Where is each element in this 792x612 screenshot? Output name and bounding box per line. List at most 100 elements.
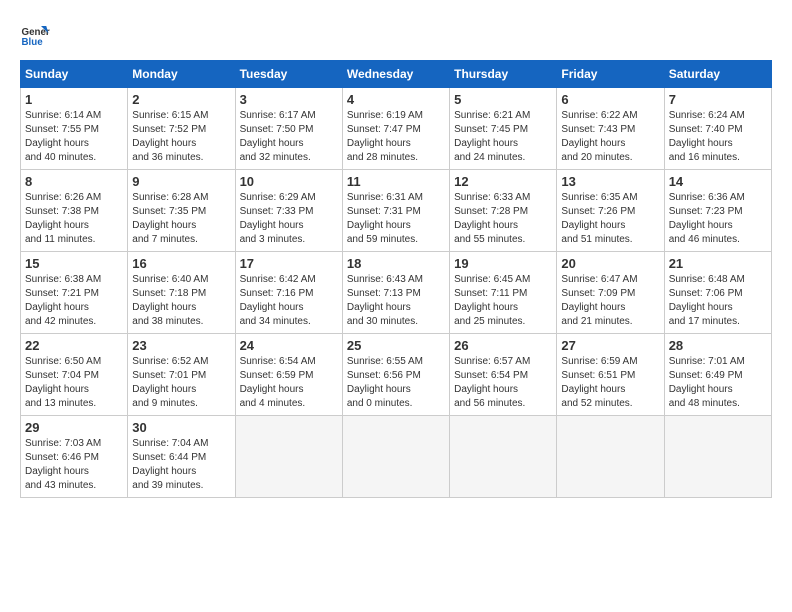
calendar-cell: 28 Sunrise: 7:01 AMSunset: 6:49 PMDaylig… — [664, 334, 771, 416]
day-number: 6 — [561, 92, 659, 107]
col-saturday: Saturday — [664, 61, 771, 88]
day-info: Sunrise: 6:57 AMSunset: 6:54 PMDaylight … — [454, 355, 552, 411]
calendar-cell: 15 Sunrise: 6:38 AMSunset: 7:21 PMDaylig… — [21, 252, 128, 334]
calendar-cell: 16 Sunrise: 6:40 AMSunset: 7:18 PMDaylig… — [128, 252, 235, 334]
svg-text:Blue: Blue — [22, 37, 44, 48]
day-info: Sunrise: 6:38 AMSunset: 7:21 PMDaylight … — [25, 273, 123, 329]
day-info: Sunrise: 6:36 AMSunset: 7:23 PMDaylight … — [669, 191, 767, 247]
calendar-cell: 17 Sunrise: 6:42 AMSunset: 7:16 PMDaylig… — [235, 252, 342, 334]
calendar-cell: 13 Sunrise: 6:35 AMSunset: 7:26 PMDaylig… — [557, 170, 664, 252]
day-number: 28 — [669, 338, 767, 353]
day-info: Sunrise: 6:43 AMSunset: 7:13 PMDaylight … — [347, 273, 445, 329]
day-number: 4 — [347, 92, 445, 107]
calendar-cell: 11 Sunrise: 6:31 AMSunset: 7:31 PMDaylig… — [342, 170, 449, 252]
day-info: Sunrise: 6:24 AMSunset: 7:40 PMDaylight … — [669, 109, 767, 165]
logo-icon: General Blue — [20, 20, 50, 50]
day-number: 24 — [240, 338, 338, 353]
calendar-cell: 7 Sunrise: 6:24 AMSunset: 7:40 PMDayligh… — [664, 88, 771, 170]
calendar-cell: 24 Sunrise: 6:54 AMSunset: 6:59 PMDaylig… — [235, 334, 342, 416]
calendar-cell — [342, 416, 449, 498]
calendar-cell: 10 Sunrise: 6:29 AMSunset: 7:33 PMDaylig… — [235, 170, 342, 252]
col-wednesday: Wednesday — [342, 61, 449, 88]
calendar-cell: 23 Sunrise: 6:52 AMSunset: 7:01 PMDaylig… — [128, 334, 235, 416]
day-info: Sunrise: 6:22 AMSunset: 7:43 PMDaylight … — [561, 109, 659, 165]
day-number: 21 — [669, 256, 767, 271]
day-info: Sunrise: 6:40 AMSunset: 7:18 PMDaylight … — [132, 273, 230, 329]
calendar-cell — [664, 416, 771, 498]
calendar-cell: 12 Sunrise: 6:33 AMSunset: 7:28 PMDaylig… — [450, 170, 557, 252]
day-info: Sunrise: 6:50 AMSunset: 7:04 PMDaylight … — [25, 355, 123, 411]
calendar-cell — [235, 416, 342, 498]
day-info: Sunrise: 6:33 AMSunset: 7:28 PMDaylight … — [454, 191, 552, 247]
day-number: 22 — [25, 338, 123, 353]
day-number: 15 — [25, 256, 123, 271]
day-number: 17 — [240, 256, 338, 271]
day-number: 11 — [347, 174, 445, 189]
calendar-cell: 27 Sunrise: 6:59 AMSunset: 6:51 PMDaylig… — [557, 334, 664, 416]
col-friday: Friday — [557, 61, 664, 88]
day-number: 1 — [25, 92, 123, 107]
day-number: 30 — [132, 420, 230, 435]
day-info: Sunrise: 6:48 AMSunset: 7:06 PMDaylight … — [669, 273, 767, 329]
day-number: 18 — [347, 256, 445, 271]
day-number: 2 — [132, 92, 230, 107]
day-info: Sunrise: 7:01 AMSunset: 6:49 PMDaylight … — [669, 355, 767, 411]
calendar-cell: 8 Sunrise: 6:26 AMSunset: 7:38 PMDayligh… — [21, 170, 128, 252]
page-header: General Blue — [20, 20, 772, 50]
day-info: Sunrise: 6:35 AMSunset: 7:26 PMDaylight … — [561, 191, 659, 247]
day-number: 14 — [669, 174, 767, 189]
col-thursday: Thursday — [450, 61, 557, 88]
day-info: Sunrise: 6:14 AMSunset: 7:55 PMDaylight … — [25, 109, 123, 165]
col-tuesday: Tuesday — [235, 61, 342, 88]
calendar-cell: 20 Sunrise: 6:47 AMSunset: 7:09 PMDaylig… — [557, 252, 664, 334]
calendar-cell: 1 Sunrise: 6:14 AMSunset: 7:55 PMDayligh… — [21, 88, 128, 170]
day-info: Sunrise: 6:15 AMSunset: 7:52 PMDaylight … — [132, 109, 230, 165]
calendar-cell: 4 Sunrise: 6:19 AMSunset: 7:47 PMDayligh… — [342, 88, 449, 170]
calendar-cell — [557, 416, 664, 498]
calendar-cell: 9 Sunrise: 6:28 AMSunset: 7:35 PMDayligh… — [128, 170, 235, 252]
day-info: Sunrise: 6:26 AMSunset: 7:38 PMDaylight … — [25, 191, 123, 247]
day-number: 5 — [454, 92, 552, 107]
day-info: Sunrise: 6:52 AMSunset: 7:01 PMDaylight … — [132, 355, 230, 411]
day-info: Sunrise: 7:03 AMSunset: 6:46 PMDaylight … — [25, 437, 123, 493]
day-info: Sunrise: 6:31 AMSunset: 7:31 PMDaylight … — [347, 191, 445, 247]
day-info: Sunrise: 6:21 AMSunset: 7:45 PMDaylight … — [454, 109, 552, 165]
day-number: 13 — [561, 174, 659, 189]
day-info: Sunrise: 6:59 AMSunset: 6:51 PMDaylight … — [561, 355, 659, 411]
calendar-cell: 18 Sunrise: 6:43 AMSunset: 7:13 PMDaylig… — [342, 252, 449, 334]
day-number: 7 — [669, 92, 767, 107]
day-number: 29 — [25, 420, 123, 435]
day-number: 25 — [347, 338, 445, 353]
day-info: Sunrise: 6:54 AMSunset: 6:59 PMDaylight … — [240, 355, 338, 411]
day-info: Sunrise: 6:19 AMSunset: 7:47 PMDaylight … — [347, 109, 445, 165]
calendar-cell: 19 Sunrise: 6:45 AMSunset: 7:11 PMDaylig… — [450, 252, 557, 334]
day-number: 3 — [240, 92, 338, 107]
day-number: 19 — [454, 256, 552, 271]
day-number: 12 — [454, 174, 552, 189]
col-monday: Monday — [128, 61, 235, 88]
calendar-cell: 25 Sunrise: 6:55 AMSunset: 6:56 PMDaylig… — [342, 334, 449, 416]
day-number: 16 — [132, 256, 230, 271]
day-number: 20 — [561, 256, 659, 271]
day-number: 9 — [132, 174, 230, 189]
day-number: 26 — [454, 338, 552, 353]
calendar-cell: 3 Sunrise: 6:17 AMSunset: 7:50 PMDayligh… — [235, 88, 342, 170]
day-number: 27 — [561, 338, 659, 353]
calendar-cell: 5 Sunrise: 6:21 AMSunset: 7:45 PMDayligh… — [450, 88, 557, 170]
calendar-cell: 21 Sunrise: 6:48 AMSunset: 7:06 PMDaylig… — [664, 252, 771, 334]
calendar-cell: 22 Sunrise: 6:50 AMSunset: 7:04 PMDaylig… — [21, 334, 128, 416]
day-info: Sunrise: 6:47 AMSunset: 7:09 PMDaylight … — [561, 273, 659, 329]
calendar-cell: 26 Sunrise: 6:57 AMSunset: 6:54 PMDaylig… — [450, 334, 557, 416]
day-info: Sunrise: 7:04 AMSunset: 6:44 PMDaylight … — [132, 437, 230, 493]
day-info: Sunrise: 6:45 AMSunset: 7:11 PMDaylight … — [454, 273, 552, 329]
day-info: Sunrise: 6:55 AMSunset: 6:56 PMDaylight … — [347, 355, 445, 411]
calendar-cell: 30 Sunrise: 7:04 AMSunset: 6:44 PMDaylig… — [128, 416, 235, 498]
calendar-cell — [450, 416, 557, 498]
calendar-table: Sunday Monday Tuesday Wednesday Thursday… — [20, 60, 772, 498]
day-number: 8 — [25, 174, 123, 189]
calendar-cell: 29 Sunrise: 7:03 AMSunset: 6:46 PMDaylig… — [21, 416, 128, 498]
calendar-cell: 14 Sunrise: 6:36 AMSunset: 7:23 PMDaylig… — [664, 170, 771, 252]
day-info: Sunrise: 6:17 AMSunset: 7:50 PMDaylight … — [240, 109, 338, 165]
day-info: Sunrise: 6:42 AMSunset: 7:16 PMDaylight … — [240, 273, 338, 329]
day-number: 23 — [132, 338, 230, 353]
